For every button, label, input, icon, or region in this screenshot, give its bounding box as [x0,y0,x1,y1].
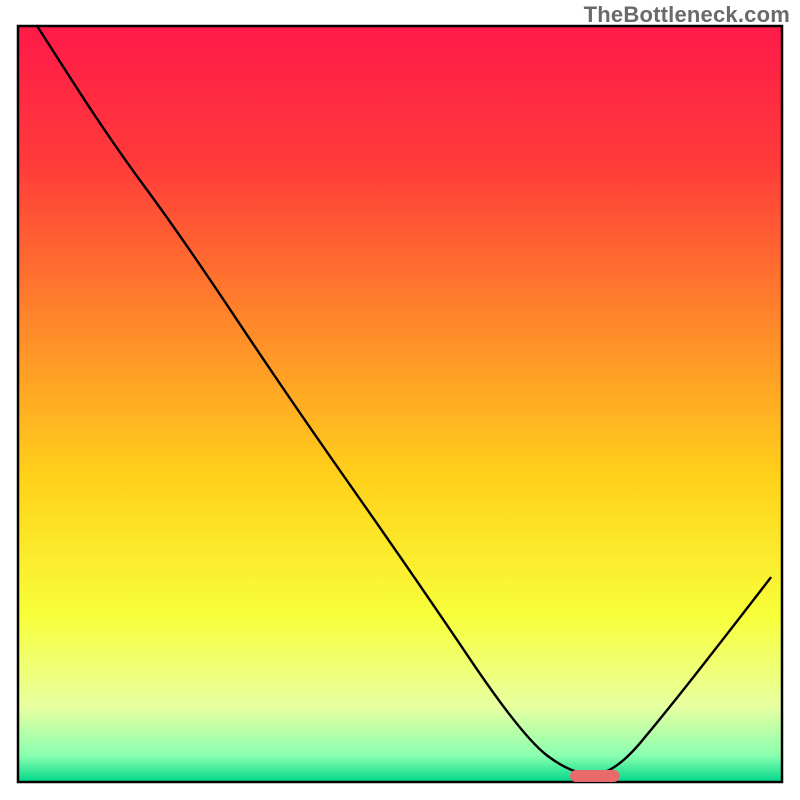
optimal-marker [570,770,620,782]
bottleneck-chart [0,0,800,800]
chart-background [18,26,782,782]
chart-container: TheBottleneck.com [0,0,800,800]
watermark-label: TheBottleneck.com [584,2,790,28]
